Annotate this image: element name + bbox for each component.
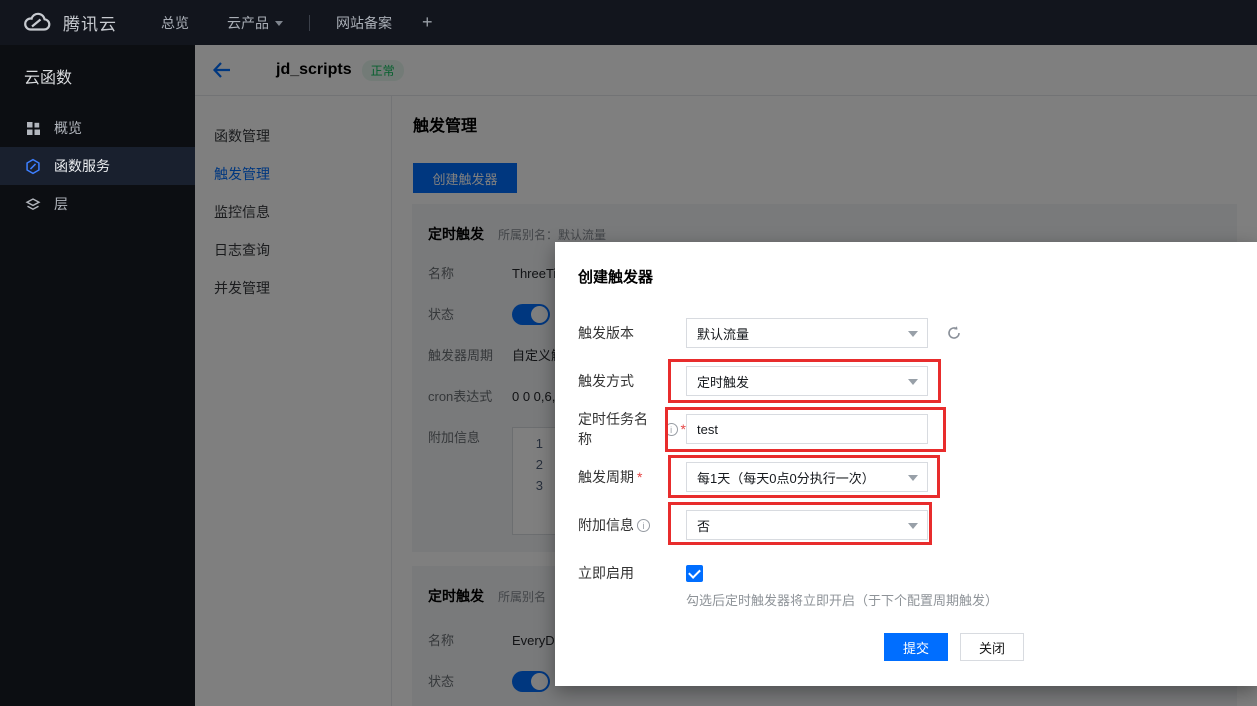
chevron-down-icon [908,331,918,337]
refresh-icon[interactable] [946,325,962,341]
extra-info-select[interactable]: 否 [686,510,928,540]
chevron-down-icon [908,475,918,481]
brand-name: 腾讯云 [63,10,117,35]
trigger-cycle-select[interactable]: 每1天（每天0点0分执行一次） [686,462,928,492]
sidebar-item-label: 函数服务 [54,156,110,176]
top-bar: 腾讯云 总览 云产品 网站备案 + [0,0,1257,45]
select-value: 每1天（每天0点0分执行一次） [697,468,875,487]
required-asterisk: * [637,469,642,485]
enable-now-checkbox[interactable] [686,565,703,582]
tencent-cloud-logo-icon [20,11,52,35]
field-label-trigger-version: 触发版本 [578,323,686,343]
submit-button[interactable]: 提交 [884,633,948,661]
enable-now-helper: 勾选后定时触发器将立即开启（于下个配置周期触发） [686,590,998,609]
close-button[interactable]: 关闭 [960,633,1024,661]
sidebar-item-overview[interactable]: 概览 [0,109,195,147]
select-value: 默认流量 [697,324,749,343]
layers-icon [25,196,41,212]
create-trigger-modal: 创建触发器 触发版本 默认流量 触发方式 定时 [555,242,1257,686]
field-label-trigger-cycle: 触发周期* [578,467,686,487]
product-title: 云函数 [0,45,195,109]
tencent-cloud-console: 腾讯云 总览 云产品 网站备案 + 云函数 概览 函数服务 [0,0,1257,706]
nav-overview[interactable]: 总览 [161,13,189,33]
task-name-input[interactable] [697,422,897,437]
trigger-method-select[interactable]: 定时触发 [686,366,928,396]
select-value: 定时触发 [697,372,749,391]
chevron-down-icon [908,379,918,385]
function-service-icon [25,158,41,174]
sidebar-item-function-service[interactable]: 函数服务 [0,147,195,185]
chevron-down-icon [908,523,918,529]
product-sidebar: 云函数 概览 函数服务 层 [0,45,195,706]
task-name-input-wrap [686,414,928,444]
add-tab-button[interactable]: + [422,12,433,33]
trigger-version-select[interactable]: 默认流量 [686,318,928,348]
grid-icon [25,120,41,136]
nav-website-filing[interactable]: 网站备案 [336,13,392,33]
field-label-enable-now: 立即启用 [578,563,686,583]
sidebar-item-label: 层 [54,194,68,214]
nav-divider [309,15,310,31]
nav-cloud-products[interactable]: 云产品 [227,13,283,33]
sidebar-item-label: 概览 [54,118,82,138]
select-value: 否 [697,516,710,535]
main-region: jd_scripts 正常 函数管理 触发管理 监控信息 日志查询 并发管理 触… [195,45,1257,706]
info-icon [637,519,650,532]
info-icon [665,423,678,436]
field-label-extra-info: 附加信息 [578,515,686,535]
modal-title: 创建触发器 [578,266,653,287]
sidebar-item-layers[interactable]: 层 [0,185,195,223]
field-label-trigger-method: 触发方式 [578,371,686,391]
top-nav: 总览 云产品 网站备案 + [161,12,433,33]
field-label-task-name: 定时任务名称* [578,409,686,449]
brand[interactable]: 腾讯云 [0,10,117,35]
chevron-down-icon [275,21,283,26]
